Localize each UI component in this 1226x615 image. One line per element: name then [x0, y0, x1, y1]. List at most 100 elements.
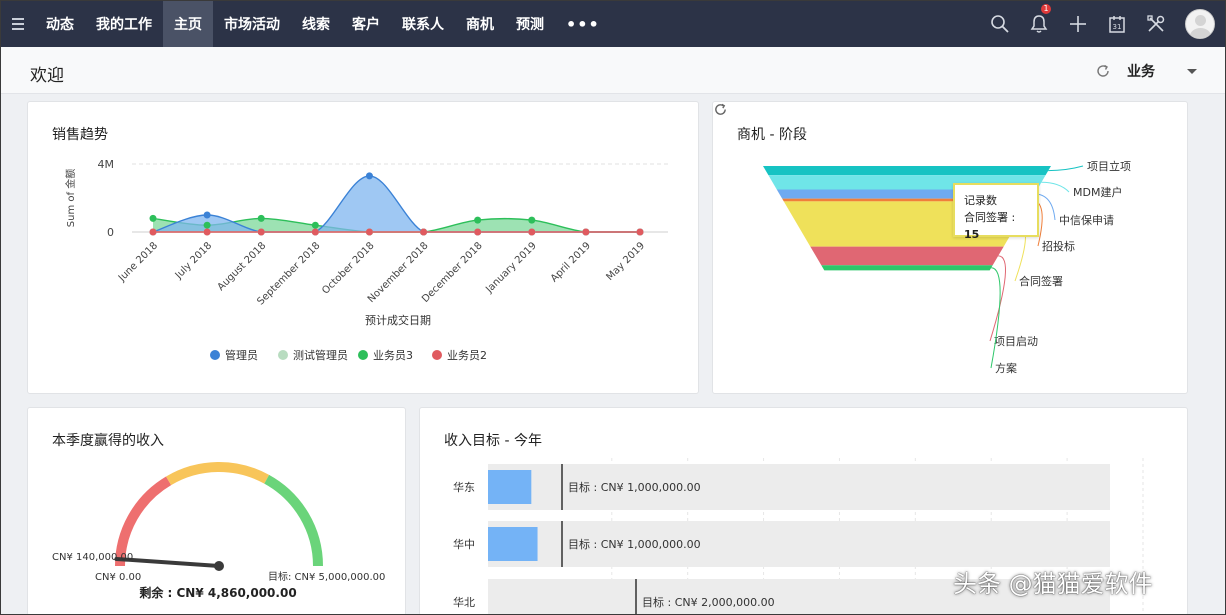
legend-label: 测试管理员 — [293, 348, 348, 362]
chevron-down-icon[interactable] — [1187, 68, 1197, 74]
nav-items: 动态 我的工作 主页 市场活动 线索 客户 联系人 商机 预测 ••• — [35, 1, 611, 47]
svg-text:31: 31 — [1112, 23, 1121, 31]
legend-marker — [210, 350, 220, 360]
gauge-hub — [214, 561, 224, 571]
x-tick-label: December 2018 — [420, 240, 485, 305]
quarter-revenue-card: 本季度赢得的收入 CN¥ 140,000.00 CN¥ 0.00 目标: CN¥ 5… — [27, 407, 406, 614]
stage-funnel-chart: 项目立项MDM建户中信保申请招投标合同签署项目启动方案 — [763, 159, 1131, 375]
data-point — [203, 228, 211, 236]
funnel-stage-6 — [821, 265, 993, 271]
y-axis-title: Sum of 金额 — [64, 169, 77, 227]
x-tick-label: April 2019 — [549, 240, 593, 284]
funnel-stage-label: 合同签署 — [1019, 274, 1063, 288]
funnel-stage-label: 方案 — [995, 361, 1017, 375]
nav-item-0[interactable]: 动态 — [35, 1, 85, 47]
funnel-stage-5 — [810, 246, 1004, 266]
search-icon[interactable] — [980, 1, 1019, 47]
nav-more-button[interactable]: ••• — [555, 1, 611, 47]
funnel-tooltip: 记录数 合同签署 : 15 — [953, 183, 1039, 241]
hamburger-menu-icon[interactable] — [1, 1, 35, 47]
gauge-remaining-label: 剩余 : CN¥ 4,860,000.00 — [139, 585, 296, 600]
gauge-target-label: 目标: CN¥ 5,000,000.00 — [268, 571, 385, 583]
data-point — [420, 228, 428, 236]
nav-item-4[interactable]: 线索 — [291, 1, 341, 47]
x-tick-label: October 2018 — [320, 240, 376, 296]
x-tick-label: May 2019 — [604, 240, 647, 283]
legend-marker — [278, 350, 288, 360]
gauge-min-label: CN¥ 0.00 — [95, 572, 141, 583]
sales-trend-chart: 4M 0 Sum of 金额 June 2018 July 2018 August 201… — [64, 158, 668, 362]
data-point — [636, 228, 644, 236]
data-point — [474, 216, 482, 224]
app-window: 动态 我的工作 主页 市场活动 线索 客户 联系人 商机 预测 ••• 1 31 欢迎 — [0, 0, 1226, 615]
y-tick-label: 4M — [98, 158, 115, 171]
page-title: 欢迎 — [30, 66, 64, 86]
nav-item-7[interactable]: 商机 — [455, 1, 505, 47]
calendar-icon[interactable]: 31 — [1097, 1, 1136, 47]
target-label: 目标 : CN¥ 1,000,000.00 — [568, 537, 701, 551]
x-tick-label: January 2019 — [483, 240, 539, 296]
watermark-text: 头条 @猫猫爱软件 — [953, 570, 1153, 598]
gauge-value-label: CN¥ 140,000.00 — [52, 552, 133, 563]
funnel-connector — [990, 267, 1001, 369]
tools-icon[interactable] — [1136, 1, 1175, 47]
user-avatar[interactable] — [1185, 9, 1215, 39]
series-area-0 — [153, 175, 640, 232]
tooltip-title: 记录数 — [964, 194, 997, 207]
legend-label: 业务员3 — [373, 349, 413, 362]
funnel-stage-label: 项目立项 — [1087, 159, 1131, 173]
tooltip-series: 合同签署 — [964, 211, 1008, 224]
nav-item-1[interactable]: 我的工作 — [85, 1, 163, 47]
legend-label: 管理员 — [225, 348, 258, 362]
y-tick-label: 0 — [107, 226, 114, 239]
x-tick-label: June 2018 — [116, 240, 160, 284]
target-label: 目标 : CN¥ 2,000,000.00 — [642, 595, 775, 609]
refresh-icon[interactable] — [1095, 63, 1111, 79]
data-point — [203, 221, 211, 229]
legend-marker — [432, 350, 442, 360]
revenue-bar — [488, 470, 532, 504]
top-navigation-bar: 动态 我的工作 主页 市场活动 线索 客户 联系人 商机 预测 ••• 1 31 — [1, 1, 1225, 47]
target-label: 目标 : CN¥ 1,000,000.00 — [568, 480, 701, 494]
plus-icon[interactable] — [1058, 1, 1097, 47]
category-label: 华北 — [453, 595, 475, 609]
data-point — [474, 228, 482, 236]
funnel-connector — [1048, 165, 1084, 172]
data-point — [203, 211, 211, 219]
legend-label: 业务员2 — [447, 349, 487, 362]
data-point — [149, 228, 157, 236]
data-point — [311, 221, 319, 229]
sales-trend-card: 销售趋势 4M 0 Sum of 金额 June 2018 July 2018 Augus… — [27, 101, 699, 394]
funnel-stage-0 — [763, 166, 1051, 176]
quarter-revenue-gauge: CN¥ 140,000.00 CN¥ 0.00 目标: CN¥ 5,000,000.… — [52, 462, 385, 600]
data-point — [149, 214, 157, 222]
data-point — [582, 228, 590, 236]
nav-item-5[interactable]: 客户 — [341, 1, 391, 47]
data-point — [311, 228, 319, 236]
funnel-connector — [1041, 181, 1070, 193]
legend-marker — [358, 350, 368, 360]
x-tick-label: August 2018 — [216, 240, 269, 293]
view-select[interactable]: 业务 — [1127, 61, 1155, 81]
nav-item-6[interactable]: 联系人 — [391, 1, 455, 47]
funnel-stage-label: 招投标 — [1042, 239, 1075, 253]
data-point — [528, 216, 536, 224]
gauge-band-1 — [166, 462, 270, 486]
x-axis-title: 预计成交日期 — [365, 313, 431, 327]
revenue-bar — [488, 527, 538, 561]
category-label: 华中 — [453, 537, 475, 551]
category-label: 华东 — [453, 480, 475, 494]
data-point — [365, 228, 373, 236]
gauge-band-2 — [264, 474, 323, 567]
data-point — [528, 228, 536, 236]
notification-bell-icon[interactable]: 1 — [1019, 1, 1058, 47]
funnel-stage-label: 中信保申请 — [1059, 213, 1114, 227]
data-point — [257, 214, 265, 222]
nav-item-3[interactable]: 市场活动 — [213, 1, 291, 47]
nav-item-2[interactable]: 主页 — [163, 1, 213, 47]
funnel-stage-label: 项目启动 — [994, 335, 1038, 348]
nav-item-8[interactable]: 预测 — [505, 1, 555, 47]
notification-badge: 1 — [1041, 4, 1051, 14]
tooltip-value: 15 — [964, 228, 980, 241]
data-point — [365, 172, 373, 180]
